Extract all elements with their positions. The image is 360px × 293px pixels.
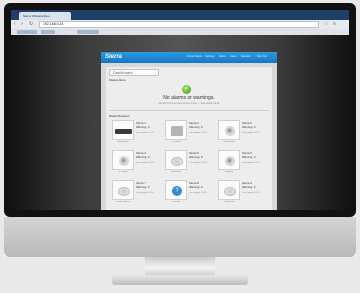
device-caption: IP Camera <box>118 171 128 173</box>
device-image: ? <box>165 180 187 200</box>
device-tile[interactable]: Thermostat Sierra 9 Warning: 0 Last update … <box>218 180 268 206</box>
device-status: Warning: 0 <box>189 155 203 159</box>
device-image <box>165 120 187 140</box>
dashboard-tab-label: Dashboard <box>113 70 133 75</box>
device-detail: Last update 10:24 <box>189 132 207 134</box>
device-caption: Unknown <box>171 201 181 203</box>
nav-item-users[interactable]: Users <box>230 55 237 59</box>
dashboard-tab[interactable]: Dashboard <box>109 69 159 76</box>
device-caption: Sensor Hub <box>170 171 182 173</box>
device-caption: Thermostat <box>223 201 235 203</box>
devices-label: Client Devices <box>109 114 130 118</box>
device-image <box>112 150 134 170</box>
forward-icon[interactable]: › <box>21 21 23 28</box>
address-bar[interactable]: 192.168.0.24 <box>39 21 319 28</box>
settings-icon[interactable]: ≡ <box>333 21 336 28</box>
device-detail: Last update 10:24 <box>189 192 207 194</box>
device-caption: IP Camera <box>171 141 181 143</box>
device-icon <box>224 187 236 196</box>
device-status: Warning: 0 <box>189 185 203 189</box>
divider <box>109 110 269 111</box>
device-icon <box>225 156 235 166</box>
device-caption: Smoke Sensor <box>116 201 130 203</box>
device-icon <box>115 129 132 134</box>
device-image <box>112 120 134 140</box>
device-status: Warning: 0 <box>136 155 150 159</box>
device-icon <box>119 156 129 166</box>
browser-toolbar: ‹ › ↻ 192.168.0.24 ☆ ≡ <box>11 20 349 29</box>
device-detail: Last update 10:24 <box>242 162 260 164</box>
device-icon <box>118 187 130 196</box>
device-icon <box>171 157 183 166</box>
device-detail: Last update 10:24 <box>189 162 207 164</box>
nav-item-home[interactable]: Home Status <box>187 55 202 59</box>
device-image <box>218 180 240 200</box>
device-status: Warning: 0 <box>136 185 150 189</box>
device-status: Warning: 0 <box>136 125 150 129</box>
dashboard-panel: Dashboard Status Here ✓ No alarms or war… <box>106 67 272 210</box>
device-caption: Gateway <box>225 171 233 173</box>
bookmark-item[interactable] <box>77 30 99 34</box>
checkmark-icon: ✓ <box>182 85 191 94</box>
screen: Sierra Wireless Dev... ‹ › ↻ 192.168.0.2… <box>11 10 349 210</box>
monitor-chin <box>4 217 356 257</box>
monitor-stand <box>145 257 215 275</box>
device-tile[interactable]: Gateway Sierra 6 Warning: 0 Last update 10:… <box>218 150 268 176</box>
browser-tab-bar: Sierra Wireless Dev... <box>11 10 349 20</box>
device-detail: Last update 10:24 <box>136 192 154 194</box>
device-caption: Sensor Node <box>223 141 235 143</box>
star-icon[interactable]: ☆ <box>324 21 328 28</box>
device-image <box>165 150 187 170</box>
status-subtitle: Monitor 5 of 9 devices across 3 sites — … <box>158 102 220 105</box>
browser-tab[interactable]: Sierra Wireless Dev... <box>19 12 71 20</box>
device-detail: Last update 10:24 <box>242 132 260 134</box>
app-logo: Sierra <box>105 54 123 60</box>
nav-item-signout[interactable]: Sign Out <box>257 55 267 59</box>
device-detail: Last update 10:24 <box>136 132 154 134</box>
device-tile[interactable]: Smoke Sensor Sierra 7 Warning: 0 Last updat… <box>112 180 162 206</box>
device-status: Warning: 0 <box>242 125 256 129</box>
device-image <box>218 150 240 170</box>
address-text: 192.168.0.24 <box>43 22 64 26</box>
device-tile[interactable]: IP Camera Sierra 4 Warning: 0 Last update 1… <box>112 150 162 176</box>
device-image <box>218 120 240 140</box>
device-status: Warning: 0 <box>189 125 203 129</box>
device-detail: Last update 10:24 <box>136 162 154 164</box>
nav-item-alerts[interactable]: Alerts <box>219 55 226 59</box>
device-caption: Sierra Router <box>117 141 129 143</box>
device-image <box>112 180 134 200</box>
nav-item-settings[interactable]: Settings <box>205 55 214 59</box>
device-status: Warning: 0 <box>242 185 256 189</box>
browser-tab-title: Sierra Wireless Dev... <box>23 14 52 18</box>
reload-icon[interactable]: ↻ <box>29 21 33 28</box>
device-icon <box>171 126 183 136</box>
web-page: Sierra Home Status Settings Alerts Users… <box>11 35 349 210</box>
device-status: Warning: 0 <box>242 155 256 159</box>
back-icon[interactable]: ‹ <box>14 21 16 28</box>
monitor-stand-base <box>112 275 248 285</box>
device-detail: Last update 10:24 <box>242 192 260 194</box>
app-window: Sierra Home Status Settings Alerts Users… <box>101 52 277 210</box>
device-icon: ? <box>172 186 182 196</box>
imac-monitor: Sierra Wireless Dev... ‹ › ↻ 192.168.0.2… <box>4 3 356 257</box>
bookmark-item[interactable] <box>41 30 55 34</box>
app-header: Sierra Home Status Settings Alerts Users… <box>101 52 277 63</box>
screen-bezel: Sierra Wireless Dev... ‹ › ↻ 192.168.0.2… <box>4 3 356 217</box>
summary-label: Status Here <box>109 78 126 82</box>
nav-item-network[interactable]: Network <box>241 55 251 59</box>
device-tile[interactable]: Sensor Node Sierra 3 Warning: 0 Last update… <box>218 120 268 146</box>
device-tile[interactable]: IP Camera Sierra 2 Warning: 0 Last update 1… <box>165 120 215 146</box>
device-tile[interactable]: Sierra Router Sierra 1 Warning: 0 Last upda… <box>112 120 162 146</box>
device-tile[interactable]: Sensor Hub Sierra 5 Warning: 0 Last update … <box>165 150 215 176</box>
device-tile[interactable]: ? Unknown Sierra 8 Warning: 0 Last update 10… <box>165 180 215 206</box>
status-title: No alarms or warnings. <box>163 95 215 101</box>
device-icon <box>225 126 235 136</box>
bookmark-item[interactable] <box>17 30 37 34</box>
